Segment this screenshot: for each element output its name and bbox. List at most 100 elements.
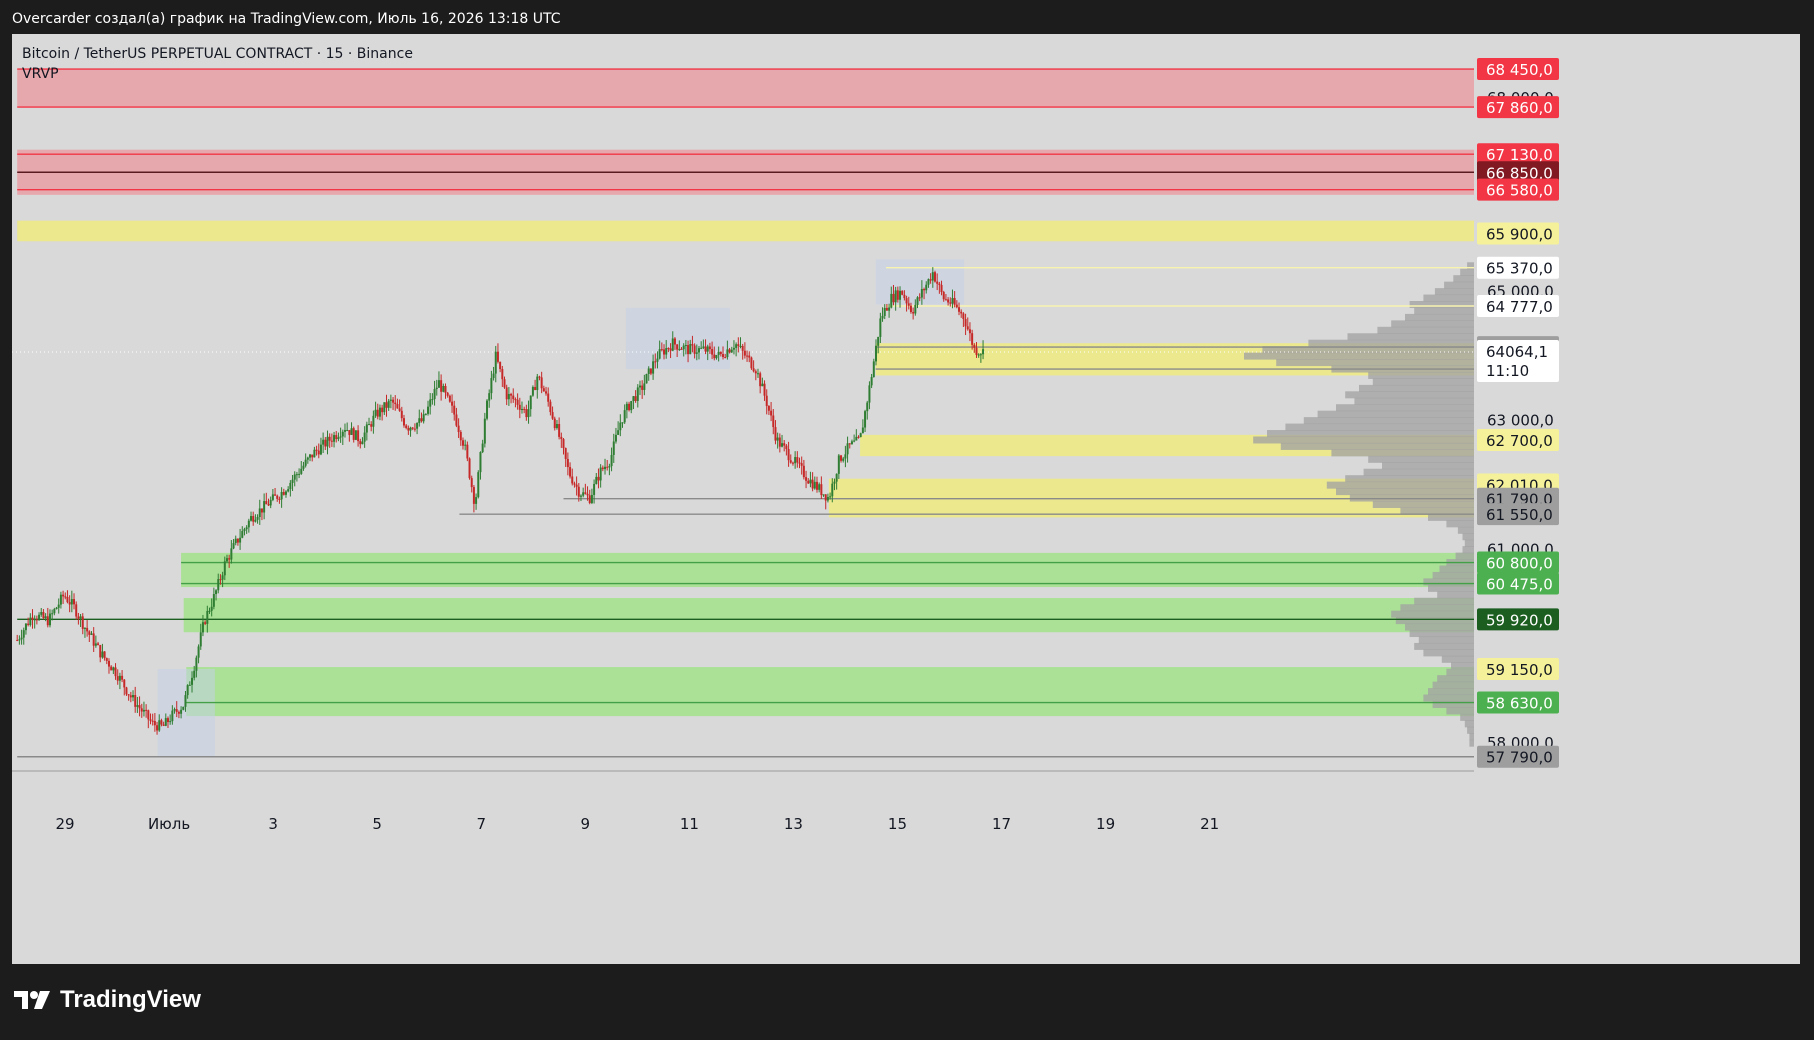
tradingview-logo-icon	[14, 991, 50, 1009]
candle-body	[593, 483, 596, 495]
candle-body	[903, 294, 906, 299]
candle-body	[453, 405, 456, 415]
candle-body	[116, 676, 119, 681]
candle-body	[459, 431, 462, 441]
candle-body	[171, 710, 174, 722]
candle-body	[781, 443, 784, 447]
candle-body	[671, 338, 674, 351]
candle-body	[697, 348, 700, 353]
candle-body	[866, 402, 869, 412]
price-badge-label: 60 475,0	[1486, 576, 1553, 594]
candle-body	[564, 448, 567, 459]
candle-body	[647, 368, 650, 374]
volume-profile-bar	[1363, 468, 1474, 476]
candle-body	[540, 377, 543, 389]
candle-body	[499, 361, 502, 370]
candle-body	[236, 538, 239, 543]
candle-body	[311, 454, 314, 458]
volume-profile-bar	[1428, 688, 1474, 696]
candle-body	[890, 293, 893, 308]
candle-body	[435, 387, 438, 390]
volume-profile-bar	[1460, 713, 1474, 721]
brand-name: TradingView	[60, 986, 201, 1013]
candle-body	[483, 418, 486, 444]
candle-body	[177, 711, 180, 714]
candle-body	[643, 383, 646, 390]
candle-body	[77, 616, 80, 619]
volume-profile-bar	[1391, 610, 1474, 618]
candle-body	[280, 491, 283, 500]
candle-body	[829, 496, 832, 498]
candle-body	[361, 441, 364, 445]
candle-body	[798, 462, 801, 464]
volume-profile-bar	[1409, 630, 1474, 638]
indicator-label-vrvp[interactable]: VRVP	[22, 64, 59, 84]
volume-profile-bar	[1464, 539, 1474, 547]
candle-body	[658, 349, 661, 359]
candle-body	[333, 435, 336, 442]
candle-body	[920, 289, 923, 298]
candle-body	[112, 667, 115, 671]
candle-body	[551, 412, 554, 419]
candle-body	[503, 379, 506, 388]
candle-body	[387, 400, 390, 408]
zone-band	[181, 552, 1474, 588]
x-axis-tick-label: 5	[372, 815, 382, 833]
candle-body	[604, 466, 607, 470]
candle-body	[118, 675, 121, 681]
candle-body	[468, 458, 471, 479]
candle-body	[70, 599, 73, 605]
candle-body	[577, 486, 580, 497]
candle-body	[490, 378, 493, 394]
candle-body	[820, 484, 823, 496]
candle-body	[610, 454, 613, 467]
candle-body	[317, 450, 320, 455]
price-chart[interactable]: 68 000,065 000,063 000,061 000,058 000,0…	[12, 34, 1800, 964]
candle-body	[204, 622, 207, 624]
candle-body	[562, 439, 565, 449]
candle-body	[691, 344, 694, 346]
candle-body	[455, 414, 458, 426]
candle-body	[24, 623, 27, 631]
candle-body	[300, 468, 303, 474]
candle-body	[140, 708, 143, 712]
candle-body	[619, 422, 622, 431]
symbol-title[interactable]: Bitcoin / TetherUS PERPETUAL CONTRACT · …	[22, 44, 413, 64]
candle-body	[809, 479, 812, 484]
candle-body	[925, 284, 928, 291]
volume-profile-bar	[1391, 320, 1474, 328]
volume-profile-bar	[1372, 378, 1474, 386]
candle-body	[219, 579, 222, 581]
candle-body	[352, 428, 355, 440]
candle-body	[481, 443, 484, 453]
candle-body	[322, 439, 325, 445]
chart-area[interactable]: 68 000,065 000,063 000,061 000,058 000,0…	[12, 34, 1800, 964]
candle-body	[359, 441, 362, 445]
candle-body	[302, 465, 305, 469]
price-badge-label: 61 550,0	[1486, 506, 1553, 524]
candle-body	[16, 639, 19, 641]
price-badge-label: 64 777,0	[1486, 298, 1553, 316]
candle-body	[243, 529, 246, 532]
candle-body	[422, 414, 425, 422]
candle-body	[461, 440, 464, 446]
candle-body	[197, 646, 200, 658]
candle-body	[853, 440, 856, 442]
tradingview-brand[interactable]: TradingView	[14, 986, 201, 1014]
bar-countdown-label: 11:10	[1486, 362, 1529, 380]
volume-profile-bar	[1441, 655, 1474, 663]
candle-body	[396, 404, 399, 409]
candle-body	[145, 709, 148, 711]
candle-body	[295, 474, 298, 476]
candle-body	[193, 670, 196, 678]
candle-body	[510, 394, 513, 396]
candle-body	[48, 613, 51, 626]
candle-body	[424, 413, 427, 415]
candle-body	[652, 361, 655, 374]
x-axis-tick-label: 15	[888, 815, 907, 833]
candle-body	[252, 516, 255, 522]
candle-body	[212, 594, 215, 607]
candle-body	[665, 348, 668, 355]
candle-body	[892, 293, 895, 303]
candle-body	[354, 430, 357, 440]
